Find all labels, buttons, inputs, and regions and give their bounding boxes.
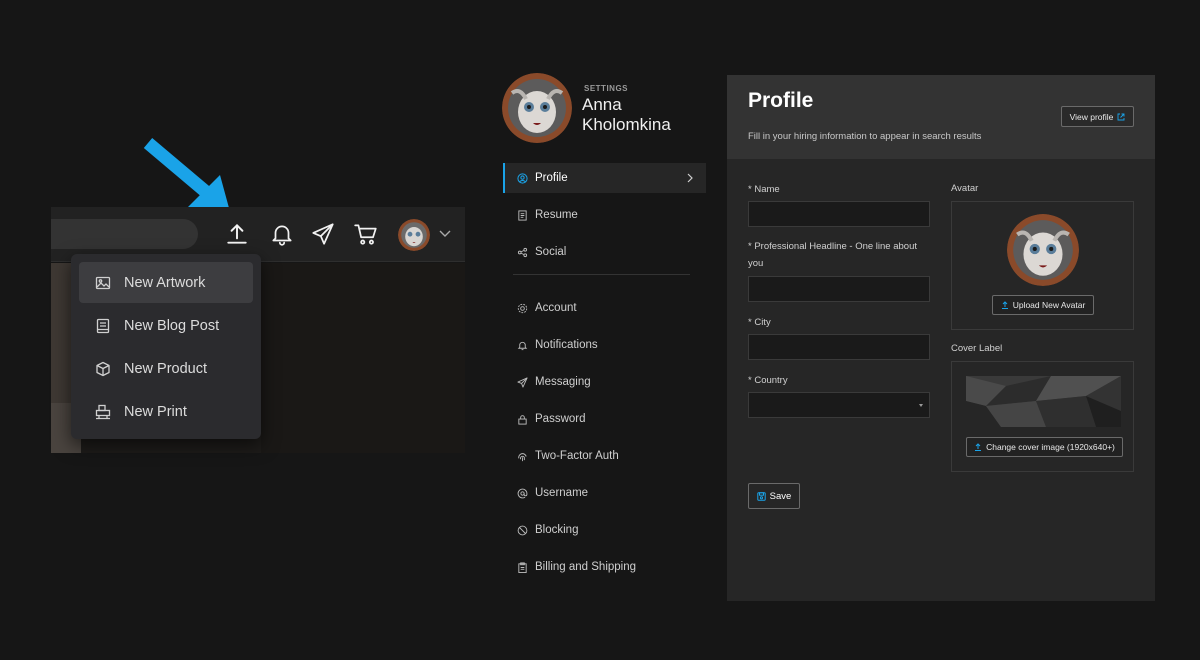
sidebar-divider (513, 274, 690, 275)
user-circle-icon (517, 172, 528, 184)
box-icon (95, 361, 111, 377)
cover-label: Cover Label (951, 343, 1003, 354)
avatar-box: Upload New Avatar (951, 201, 1134, 330)
sidebar-item-profile[interactable]: Profile (503, 163, 706, 193)
country-select[interactable] (748, 392, 930, 418)
print-icon (95, 404, 111, 420)
avatar (502, 73, 572, 143)
page-subtitle: Fill in your hiring information to appea… (748, 131, 982, 142)
clipboard-icon (517, 561, 528, 573)
create-menu: New Artwork New Blog Post New Product Ne… (71, 254, 261, 439)
bell-icon (517, 340, 528, 351)
settings-label: SETTINGS (584, 84, 629, 93)
settings-sidebar: Profile Resume Social Account Notificati… (503, 163, 706, 589)
sidebar-item-label: Username (535, 487, 589, 499)
sidebar-item-label: Account (535, 302, 577, 314)
sidebar-item-label: Two-Factor Auth (535, 450, 619, 462)
image-icon (95, 275, 111, 291)
chevron-down-icon[interactable] (437, 225, 453, 241)
sidebar-item-label: Blocking (535, 524, 579, 536)
headline-field[interactable] (748, 276, 930, 302)
button-label: Change cover image (1920x640+) (986, 442, 1115, 452)
sidebar-item-blocking[interactable]: Blocking (503, 515, 706, 545)
headline-label: * Professional Headline - One line about… (748, 241, 917, 269)
book-icon (95, 318, 111, 334)
gear-icon (517, 303, 528, 314)
send-icon (517, 376, 528, 388)
menu-item-new-artwork[interactable]: New Artwork (79, 262, 253, 303)
external-link-icon (1117, 113, 1125, 121)
sidebar-item-notifications[interactable]: Notifications (503, 330, 706, 360)
sidebar-item-label: Password (535, 413, 586, 425)
upload-icon (1001, 301, 1009, 309)
sidebar-item-billing-and-shipping[interactable]: Billing and Shipping (503, 552, 706, 582)
change-cover-button[interactable]: Change cover image (1920x640+) (966, 437, 1123, 457)
document-icon (517, 209, 528, 221)
fingerprint-icon (517, 451, 528, 462)
sidebar-item-label: Notifications (535, 339, 598, 351)
sidebar-item-label: Resume (535, 209, 578, 221)
avatar[interactable] (398, 219, 430, 251)
menu-item-label: New Artwork (124, 274, 206, 291)
share-icon (517, 247, 528, 258)
sidebar-item-label: Profile (535, 172, 568, 184)
city-label: * City (748, 317, 771, 328)
save-button[interactable]: Save (748, 483, 800, 509)
menu-item-new-product[interactable]: New Product (79, 348, 253, 389)
panel-header: Profile Fill in your hiring information … (727, 75, 1155, 159)
sidebar-item-label: Billing and Shipping (535, 561, 637, 573)
bell-icon[interactable] (269, 221, 295, 247)
name-label: * Name (748, 184, 780, 195)
button-label: Upload New Avatar (1012, 300, 1086, 310)
menu-item-label: New Product (124, 360, 208, 377)
page-title: Profile (748, 89, 814, 112)
sidebar-item-password[interactable]: Password (503, 404, 706, 434)
cover-image (966, 376, 1121, 427)
block-icon (517, 525, 528, 536)
sidebar-profile-header: SETTINGS Anna Kholomkina (502, 73, 712, 145)
upload-icon[interactable] (224, 221, 250, 247)
menu-item-new-blog-post[interactable]: New Blog Post (79, 305, 253, 346)
name-field[interactable] (748, 201, 930, 227)
menu-item-new-print[interactable]: New Print (79, 391, 253, 432)
sidebar-item-two-factor-auth[interactable]: Two-Factor Auth (503, 441, 706, 471)
avatar (1007, 214, 1079, 286)
avatar-label: Avatar (951, 183, 979, 194)
lock-icon (517, 414, 528, 425)
button-label: View profile (1069, 111, 1114, 122)
button-label: Save (769, 490, 792, 502)
send-icon[interactable] (310, 221, 336, 247)
sidebar-item-social[interactable]: Social (503, 237, 706, 267)
save-icon (756, 491, 766, 501)
chevron-right-icon (684, 172, 696, 184)
sidebar-item-account[interactable]: Account (503, 293, 706, 323)
user-name: Anna Kholomkina (582, 95, 671, 134)
sidebar-item-label: Social (535, 246, 567, 258)
sidebar-item-messaging[interactable]: Messaging (503, 367, 706, 397)
sidebar-item-label: Messaging (535, 376, 591, 388)
caret-down-icon (919, 404, 923, 407)
city-field[interactable] (748, 334, 930, 360)
menu-item-label: New Blog Post (124, 317, 220, 334)
profile-panel: Profile Fill in your hiring information … (727, 75, 1155, 601)
upload-avatar-button[interactable]: Upload New Avatar (992, 295, 1094, 315)
search-input[interactable] (51, 219, 198, 249)
upload-icon (974, 443, 982, 451)
sidebar-item-resume[interactable]: Resume (503, 200, 706, 230)
menu-item-label: New Print (124, 403, 187, 420)
view-profile-button[interactable]: View profile (1061, 106, 1134, 127)
country-label: * Country (748, 375, 788, 386)
sidebar-item-username[interactable]: Username (503, 478, 706, 508)
cart-icon[interactable] (353, 221, 379, 247)
at-icon (517, 488, 528, 499)
cover-box: Change cover image (1920x640+) (951, 361, 1134, 472)
